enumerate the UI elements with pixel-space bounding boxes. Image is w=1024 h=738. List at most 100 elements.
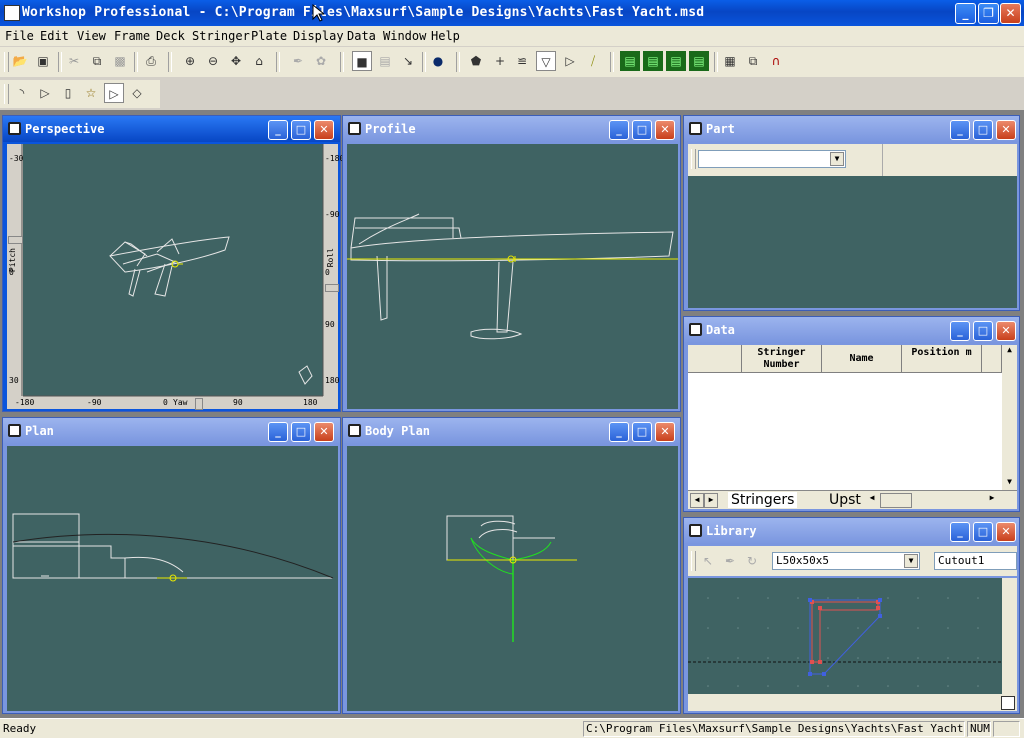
- library-vertical-scrollbar[interactable]: [1002, 578, 1017, 694]
- body-plan-close-button[interactable]: ✕: [655, 422, 675, 442]
- paste-icon[interactable]: ▩: [110, 51, 130, 71]
- diamond-icon[interactable]: ◇: [127, 83, 147, 103]
- menu-view[interactable]: View: [77, 29, 106, 43]
- section-dropdown[interactable]: L50x50x5 ▼: [772, 552, 920, 570]
- table-icon[interactable]: ▦: [720, 51, 740, 71]
- plan-maximize-button[interactable]: □: [291, 422, 311, 442]
- section-icon[interactable]: ▷: [104, 83, 124, 103]
- perspective-maximize-button[interactable]: □: [291, 120, 311, 140]
- app-icon[interactable]: [4, 5, 20, 21]
- profile-close-button[interactable]: ✕: [655, 120, 675, 140]
- perspective-title-bar[interactable]: Perspective _ □ ✕: [3, 116, 340, 142]
- body-plan-title-bar[interactable]: Body Plan _ □ ✕: [343, 418, 680, 444]
- library-close-button[interactable]: ✕: [996, 522, 1016, 542]
- part-viewport[interactable]: [688, 176, 1017, 308]
- body-plan-viewport[interactable]: [347, 446, 678, 711]
- menu-help[interactable]: Help: [431, 29, 460, 43]
- hscroll-right-icon[interactable]: ▶: [986, 493, 998, 506]
- window-icon[interactable]: [689, 323, 702, 336]
- plan-title-bar[interactable]: Plan _ □ ✕: [3, 418, 340, 444]
- data-grid[interactable]: Stringer Number Name Position m ▲ ▼ ◀ ▶ …: [688, 345, 1017, 509]
- pan-icon[interactable]: ✥: [226, 51, 246, 71]
- restore-button[interactable]: ❐: [978, 3, 999, 24]
- data-window[interactable]: Data _ □ ✕ Stringer Number Name Position…: [683, 316, 1020, 512]
- add-point-icon[interactable]: +: [490, 51, 510, 71]
- cut-icon[interactable]: ✂: [64, 51, 84, 71]
- data-maximize-button[interactable]: □: [973, 321, 993, 341]
- column-header-position[interactable]: Position m: [902, 345, 982, 373]
- part-window[interactable]: Part _ □ ✕ ▼: [683, 115, 1020, 311]
- toolbar-grip[interactable]: [691, 149, 696, 169]
- data-close-button[interactable]: ✕: [996, 321, 1016, 341]
- part-close-button[interactable]: ✕: [996, 120, 1016, 140]
- menu-file[interactable]: File: [5, 29, 34, 43]
- minimize-button[interactable]: _: [955, 3, 976, 24]
- profile-icon[interactable]: ∩: [766, 51, 786, 71]
- grid-icon[interactable]: ▤: [620, 51, 640, 71]
- menu-data[interactable]: Data: [347, 29, 376, 43]
- tab-upst[interactable]: Upst: [826, 492, 864, 508]
- body-plan-minimize-button[interactable]: _: [609, 422, 629, 442]
- perspective-viewport[interactable]: -30 0 30 Pitch -180 -90 0 90 180 Roll -1…: [7, 144, 344, 410]
- section-view-icon[interactable]: ▤: [689, 51, 709, 71]
- menu-plate[interactable]: Plate: [251, 29, 287, 43]
- deck-icon[interactable]: ▷: [560, 51, 580, 71]
- tab-scroll-left-icon[interactable]: ◀: [690, 493, 704, 508]
- hscroll-thumb[interactable]: [880, 493, 912, 508]
- menu-stringer[interactable]: Stringer: [192, 29, 250, 43]
- library-horizontal-scrollbar[interactable]: [688, 694, 1017, 711]
- data-title-bar[interactable]: Data _ □ ✕: [684, 317, 1019, 343]
- perspective-window[interactable]: Perspective _ □ ✕ -30 0 30 Pitch -180 -9…: [2, 115, 344, 412]
- window-icon[interactable]: [348, 424, 361, 437]
- shape-tool-icon[interactable]: ✿: [311, 51, 331, 71]
- copy-icon[interactable]: ⧉: [87, 51, 107, 71]
- pencil-icon[interactable]: ✒: [720, 551, 740, 571]
- rotate-icon[interactable]: ↻: [742, 551, 762, 571]
- render-icon[interactable]: ●: [428, 51, 448, 71]
- plan-close-button[interactable]: ✕: [314, 422, 334, 442]
- chevron-down-icon[interactable]: ▼: [904, 554, 918, 568]
- body-plan-maximize-button[interactable]: □: [632, 422, 652, 442]
- toolbar-grip[interactable]: [4, 84, 9, 104]
- plan-minimize-button[interactable]: _: [268, 422, 288, 442]
- plan-window[interactable]: Plan _ □ ✕: [2, 417, 341, 714]
- roll-slider-thumb[interactable]: [325, 284, 339, 292]
- perspective-close-button[interactable]: ✕: [314, 120, 334, 140]
- window-icon[interactable]: [689, 524, 702, 537]
- window-icon[interactable]: [8, 424, 21, 437]
- size-grip[interactable]: [1001, 696, 1015, 710]
- column-header-stringer-number[interactable]: Stringer Number: [742, 345, 822, 373]
- home-icon[interactable]: ⌂: [249, 51, 269, 71]
- menu-frame[interactable]: Frame: [114, 29, 150, 43]
- column-header-name[interactable]: Name: [822, 345, 902, 373]
- perspective-minimize-button[interactable]: _: [268, 120, 288, 140]
- part-title-bar[interactable]: Part _ □ ✕: [684, 116, 1019, 142]
- body-plan-window[interactable]: Body Plan _ □ ✕: [342, 417, 681, 714]
- library-title-bar[interactable]: Library _ □ ✕: [684, 518, 1019, 544]
- data-vertical-scrollbar[interactable]: ▲ ▼: [1002, 345, 1017, 491]
- frame-icon[interactable]: ▽: [536, 51, 556, 71]
- stack-icon[interactable]: ▤: [666, 51, 686, 71]
- zoom-in-icon[interactable]: ⊕: [180, 51, 200, 71]
- bow-icon[interactable]: ▷: [35, 83, 55, 103]
- library-minimize-button[interactable]: _: [950, 522, 970, 542]
- cutout-field[interactable]: Cutout1: [934, 552, 1017, 570]
- chevron-down-icon[interactable]: ▼: [830, 152, 844, 166]
- panel-icon[interactable]: ▤: [643, 51, 663, 71]
- tab-scroll-right-icon[interactable]: ▶: [704, 493, 718, 508]
- pointer-icon[interactable]: ↘: [398, 51, 418, 71]
- open-icon[interactable]: 📂: [10, 51, 30, 71]
- stringers-icon[interactable]: ≌: [512, 51, 532, 71]
- toolbar-grip[interactable]: [691, 551, 696, 571]
- tab-stringers[interactable]: Stringers: [728, 492, 798, 508]
- plate-icon[interactable]: ⬟: [466, 51, 486, 71]
- pointer-icon[interactable]: ↖: [698, 551, 718, 571]
- hull-icon[interactable]: ◝: [12, 83, 32, 103]
- menu-display[interactable]: Display: [293, 29, 344, 43]
- close-button[interactable]: ✕: [1000, 3, 1021, 24]
- edit-tool-icon[interactable]: ✒: [288, 51, 308, 71]
- select-group-icon[interactable]: ▤: [375, 51, 395, 71]
- profile-viewport[interactable]: [347, 144, 678, 409]
- scroll-down-icon[interactable]: ▼: [1002, 477, 1017, 491]
- save-icon[interactable]: ▣: [33, 51, 53, 71]
